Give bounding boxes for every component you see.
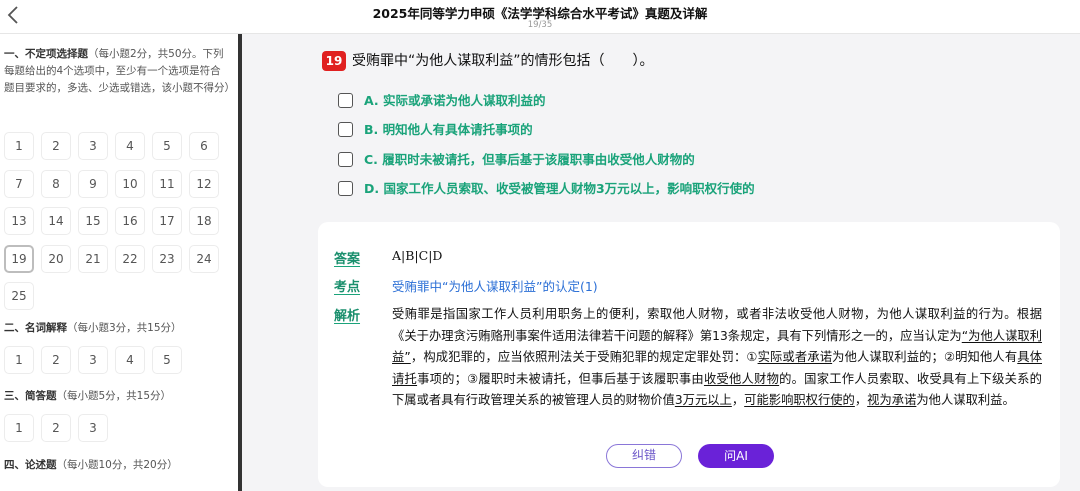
section-title-essay: 四、论述题（每小题10分，共20分） [4, 459, 178, 471]
question-nav-button[interactable]: 5 [152, 346, 182, 374]
question-nav-button[interactable]: 2 [41, 346, 71, 374]
question-nav-button[interactable]: 9 [78, 169, 108, 198]
question-nav-button[interactable]: 1 [4, 346, 34, 374]
section-title-short-answer: 三、简答题（每小题5分，共15分） [4, 390, 172, 402]
question-nav-button[interactable]: 11 [152, 169, 182, 198]
option-label: A. 实际或承诺为他人谋取利益的 [364, 93, 546, 108]
question-number-badge: 19 [322, 51, 346, 71]
question-nav-button[interactable]: 20 [41, 244, 71, 273]
question-nav-button[interactable]: 2 [41, 132, 71, 160]
question-nav-button[interactable]: 15 [78, 207, 108, 235]
question-nav-button[interactable]: 10 [115, 169, 145, 198]
question-nav-button[interactable]: 3 [78, 414, 108, 442]
question-nav-button[interactable]: 3 [78, 346, 108, 374]
question-stem: 受贿罪中“为他人谋取利益”的情形包括（ ）。 [352, 53, 654, 69]
analysis-tag: 解析 [334, 309, 361, 324]
ask-ai-button[interactable]: 问AI [698, 444, 774, 468]
question-panel: 19 受贿罪中“为他人谋取利益”的情形包括（ ）。 A. 实际或承诺为他人谋取利… [242, 34, 1080, 491]
option-label: D. 国家工作人员索取、收受被管理人财物3万元以上，影响职权行使的 [364, 181, 755, 196]
question-nav-button[interactable]: 12 [189, 169, 219, 198]
question-nav-button[interactable]: 1 [4, 414, 34, 442]
question-nav-button[interactable]: 13 [4, 207, 34, 235]
question-nav-button[interactable]: 24 [189, 244, 219, 273]
checkbox[interactable] [338, 122, 353, 137]
question-nav-button[interactable]: 19 [4, 244, 34, 273]
question-navigator: 一、不定项选择题（每小题2分，共50分。下列每题给出的4个选项中，至少有一个选项… [0, 34, 240, 491]
knowledge-point-link[interactable]: 受贿罪中“为他人谋取利益”的认定(1) [392, 276, 598, 295]
question-nav-button[interactable]: 5 [152, 132, 182, 160]
question-nav-button[interactable]: 8 [41, 169, 71, 198]
question-nav-button[interactable]: 16 [115, 207, 145, 235]
top-bar: 2025年同等学力申硕《法学学科综合水平考试》真题及详解 19/35 [0, 0, 1080, 34]
report-error-button[interactable]: 纠错 [606, 444, 682, 468]
question-nav-button[interactable]: 4 [115, 346, 145, 374]
checkbox[interactable] [338, 181, 353, 196]
question-nav-button[interactable]: 21 [78, 244, 108, 273]
question-nav-button[interactable]: 25 [4, 282, 34, 310]
question-nav-button[interactable]: 1 [4, 132, 34, 160]
answer-value: A|B|C|D [392, 248, 443, 263]
checkbox[interactable] [338, 152, 353, 167]
question-nav-button[interactable]: 18 [189, 207, 219, 235]
section-title-choice: 一、不定项选择题（每小题2分，共50分。下列每题给出的4个选项中，至少有一个选项… [4, 48, 235, 94]
question-nav-button[interactable]: 7 [4, 169, 34, 198]
question-nav-button[interactable]: 3 [78, 132, 108, 160]
section-title-terms: 二、名词解释（每小题3分，共15分） [4, 322, 182, 334]
question-progress: 19/35 [527, 20, 553, 30]
question-nav-button[interactable]: 17 [152, 207, 182, 235]
question-nav-button[interactable]: 6 [189, 132, 219, 160]
answer-tag: 答案 [334, 252, 361, 267]
option-label: C. 履职时未被请托，但事后基于该履职事由收受他人财物的 [364, 152, 695, 167]
question-nav-button[interactable]: 14 [41, 207, 71, 235]
question-nav-button[interactable]: 4 [115, 132, 145, 160]
explanation-card: 答案 A|B|C|D 考点 受贿罪中“为他人谋取利益”的认定(1) 解析 受贿罪… [318, 222, 1060, 487]
question-nav-button[interactable]: 23 [152, 244, 182, 273]
question-nav-button[interactable]: 2 [41, 414, 71, 442]
question-nav-button[interactable]: 22 [115, 244, 145, 273]
checkbox[interactable] [338, 93, 353, 108]
knowledge-tag: 考点 [334, 280, 361, 295]
option-label: B. 明知他人有具体请托事项的 [364, 122, 533, 137]
analysis-text: 受贿罪是指国家工作人员利用职务上的便利，索取他人财物，或者非法收受他人财物，为他… [392, 307, 1042, 407]
